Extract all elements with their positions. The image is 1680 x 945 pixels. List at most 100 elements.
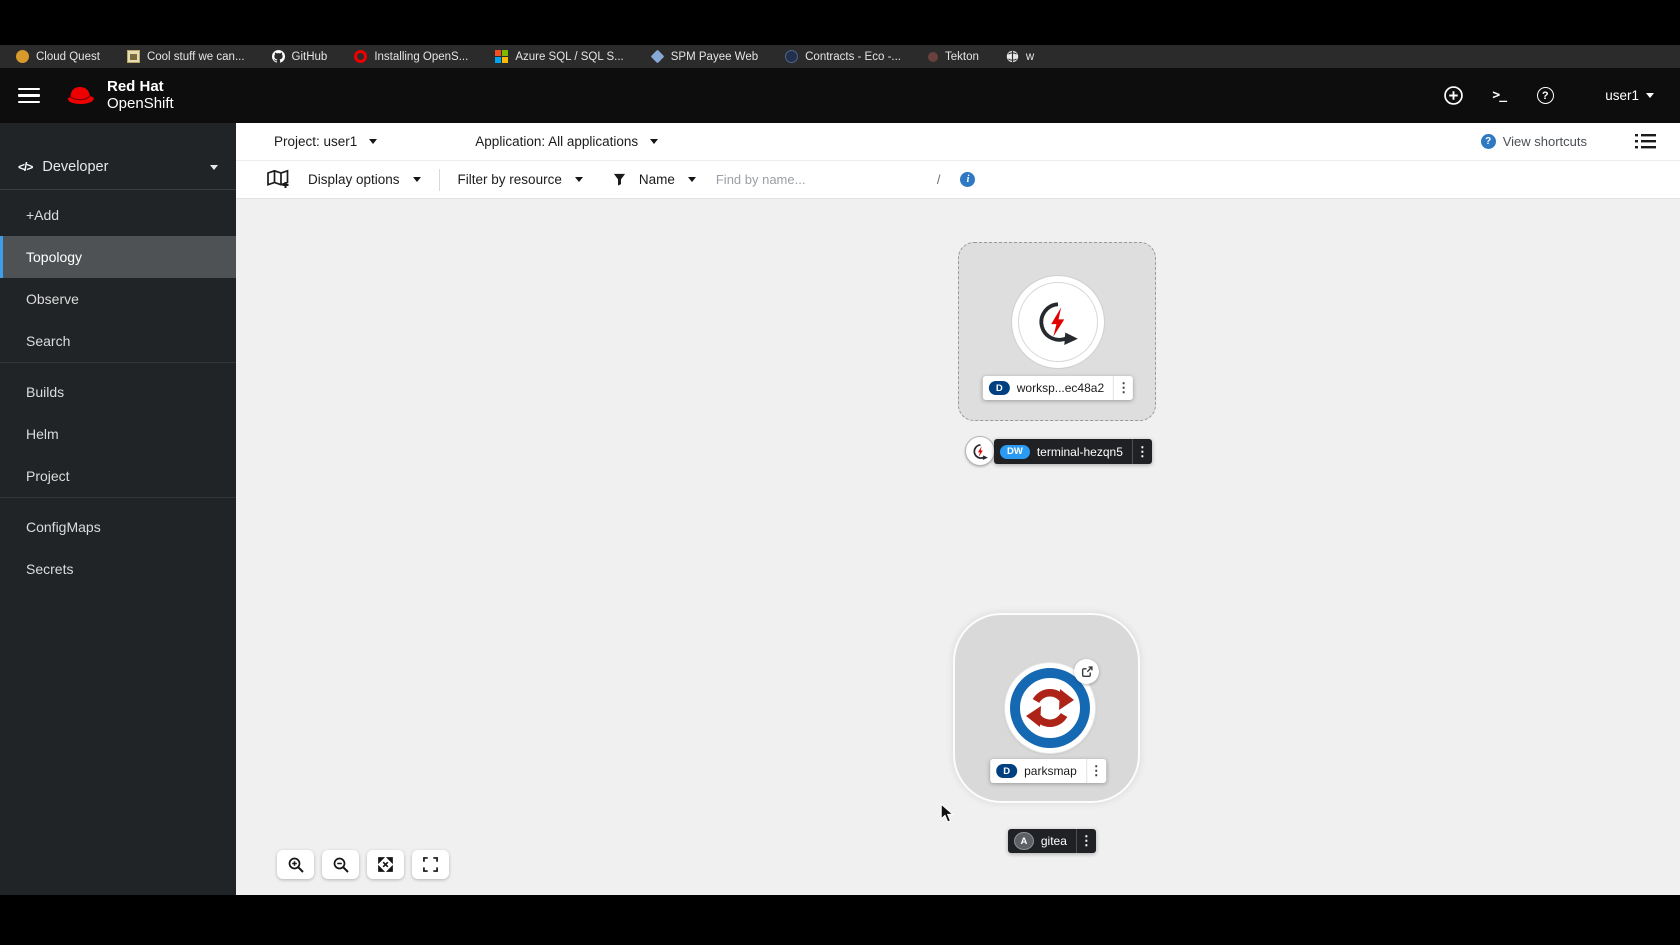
- bookmark-label: GitHub: [291, 50, 328, 63]
- open-url-decorator[interactable]: [1074, 659, 1099, 684]
- filter-by-resource-dropdown[interactable]: Filter by resource: [458, 172, 583, 187]
- bookmark-contracts[interactable]: Contracts - Eco -...: [785, 50, 901, 63]
- canvas-controls: [277, 850, 449, 879]
- filter-funnel-icon: [613, 173, 625, 186]
- username: user1: [1605, 88, 1639, 103]
- display-options-dropdown[interactable]: Display options: [308, 172, 421, 187]
- chevron-down-icon: [650, 139, 659, 144]
- slash-shortcut-hint: /: [936, 172, 941, 187]
- node-name: worksp...ec48a2: [1016, 381, 1105, 395]
- external-link-icon: [1081, 665, 1093, 677]
- project-dropdown[interactable]: Project: user1: [274, 134, 378, 149]
- bookmark-cool-stuff[interactable]: Cool stuff we can...: [126, 50, 245, 63]
- kebab-menu-icon[interactable]: ⋮: [1085, 759, 1106, 783]
- openshift-console-screen: Cloud Quest Cool stuff we can... GitHub …: [0, 0, 1680, 945]
- sidebar-item-add[interactable]: +Add: [0, 194, 236, 236]
- topology-filter-bar: Display options Filter by resource Name …: [236, 161, 1680, 199]
- zoom-out-button[interactable]: [322, 850, 359, 879]
- bookmark-cloud-quest[interactable]: Cloud Quest: [16, 50, 100, 63]
- nav-group-main: +Add Topology Observe Search: [0, 190, 236, 362]
- sidebar-item-search[interactable]: Search: [0, 320, 236, 362]
- sidebar-item-observe[interactable]: Observe: [0, 278, 236, 320]
- name-filter-dropdown[interactable]: Name: [613, 172, 696, 187]
- bookmark-label: Azure SQL / SQL S...: [515, 50, 624, 63]
- view-shortcuts-link[interactable]: ? View shortcuts: [1480, 134, 1587, 149]
- perspective-label: Developer: [42, 159, 109, 175]
- fit-to-screen-button[interactable]: [367, 850, 404, 879]
- help-button[interactable]: ?: [1535, 86, 1555, 106]
- brand-logo: Red Hat OpenShift: [64, 78, 174, 112]
- tekton-icon: [927, 51, 938, 62]
- sidebar-item-helm[interactable]: Helm: [0, 413, 236, 455]
- quick-create-button[interactable]: [1443, 86, 1463, 106]
- developer-icon: </>: [18, 160, 33, 174]
- zoom-out-icon: [333, 857, 349, 873]
- bookmark-label: Tekton: [944, 50, 979, 63]
- chevron-down-icon: [210, 164, 218, 170]
- chevron-down-icon: [1646, 93, 1654, 98]
- user-menu[interactable]: user1: [1605, 88, 1654, 103]
- bookmark-azure-sql[interactable]: Azure SQL / SQL S...: [495, 50, 624, 63]
- bookmark-label: Contracts - Eco -...: [805, 50, 901, 63]
- view-shortcuts-label: View shortcuts: [1502, 134, 1587, 149]
- spm-icon: [650, 49, 665, 64]
- bookmark-label: Cool stuff we can...: [146, 50, 245, 63]
- chevron-down-icon: [687, 177, 696, 182]
- kebab-menu-icon[interactable]: ⋮: [1113, 376, 1133, 400]
- export-application-icon[interactable]: [266, 169, 290, 190]
- window-icon: [126, 50, 140, 63]
- sidebar-item-builds[interactable]: Builds: [0, 371, 236, 413]
- bookmark-spm-payee[interactable]: SPM Payee Web: [650, 49, 758, 64]
- list-view-toggle[interactable]: [1635, 133, 1656, 150]
- devworkspace-icon: [973, 443, 988, 460]
- node-name: parksmap: [1024, 764, 1077, 778]
- chevron-down-icon: [412, 177, 421, 182]
- sidebar-item-secrets[interactable]: Secrets: [0, 548, 236, 590]
- node-label-terminal[interactable]: DW terminal-hezqn5 ⋮: [994, 439, 1152, 464]
- cloud-quest-icon: [16, 50, 29, 63]
- kebab-menu-icon[interactable]: ⋮: [1131, 439, 1152, 464]
- bookmark-label: Cloud Quest: [36, 50, 100, 63]
- brand-name-bottom: OpenShift: [107, 94, 174, 112]
- nav-toggle-icon[interactable]: [18, 84, 40, 108]
- browser-bookmarks-bar: Cloud Quest Cool stuff we can... GitHub …: [0, 45, 1680, 68]
- resource-badge-application: A: [1014, 832, 1034, 850]
- resource-badge-devworkspace: DW: [1000, 444, 1030, 459]
- chevron-down-icon: [574, 177, 583, 182]
- node-label-workspace[interactable]: D worksp...ec48a2 ⋮: [982, 376, 1134, 400]
- node-label-parksmap[interactable]: D parksmap ⋮: [990, 759, 1106, 783]
- chevron-down-icon: [369, 139, 378, 144]
- toolbar-divider: [438, 168, 440, 191]
- kebab-menu-icon[interactable]: ⋮: [1075, 829, 1096, 853]
- bookmark-installing-openshift[interactable]: Installing OpenS...: [354, 50, 468, 63]
- node-workspace[interactable]: [1011, 275, 1105, 369]
- application-dropdown-label: Application: All applications: [475, 134, 639, 149]
- perspective-switcher[interactable]: </> Developer: [0, 123, 236, 190]
- project-dropdown-label: Project: user1: [274, 134, 358, 149]
- nav-group-build: Builds Helm Project: [0, 362, 236, 497]
- application-dropdown[interactable]: Application: All applications: [475, 134, 659, 149]
- masthead: Red Hat OpenShift >_ ? user1: [0, 68, 1680, 123]
- node-label-gitea[interactable]: A gitea ⋮: [1008, 829, 1096, 853]
- context-selector-bar: Project: user1 Application: All applicat…: [236, 123, 1680, 161]
- web-terminal-button[interactable]: >_: [1489, 86, 1509, 106]
- zoom-in-button[interactable]: [277, 850, 314, 879]
- github-icon: [271, 50, 285, 63]
- node-name: gitea: [1040, 834, 1067, 848]
- bookmark-w[interactable]: w: [1006, 50, 1034, 63]
- reset-view-button[interactable]: [412, 850, 449, 879]
- topology-canvas[interactable]: D worksp...ec48a2 ⋮ DW terminal-hezqn5 ⋮: [236, 199, 1680, 895]
- bookmark-github[interactable]: GitHub: [271, 50, 328, 63]
- bookmark-tekton[interactable]: Tekton: [927, 50, 979, 63]
- sidebar-item-configmaps[interactable]: ConfigMaps: [0, 506, 236, 548]
- node-terminal[interactable]: [965, 436, 995, 466]
- display-options-label: Display options: [308, 172, 400, 187]
- node-name: terminal-hezqn5: [1036, 444, 1123, 459]
- sidebar-item-topology[interactable]: Topology: [0, 236, 236, 278]
- sidebar-item-project[interactable]: Project: [0, 455, 236, 497]
- info-icon[interactable]: i: [960, 172, 976, 187]
- openshift-icon: [354, 50, 368, 63]
- bookmark-label: w: [1025, 50, 1035, 63]
- find-by-name-input[interactable]: [715, 172, 931, 187]
- resource-badge-deployment: D: [988, 381, 1010, 395]
